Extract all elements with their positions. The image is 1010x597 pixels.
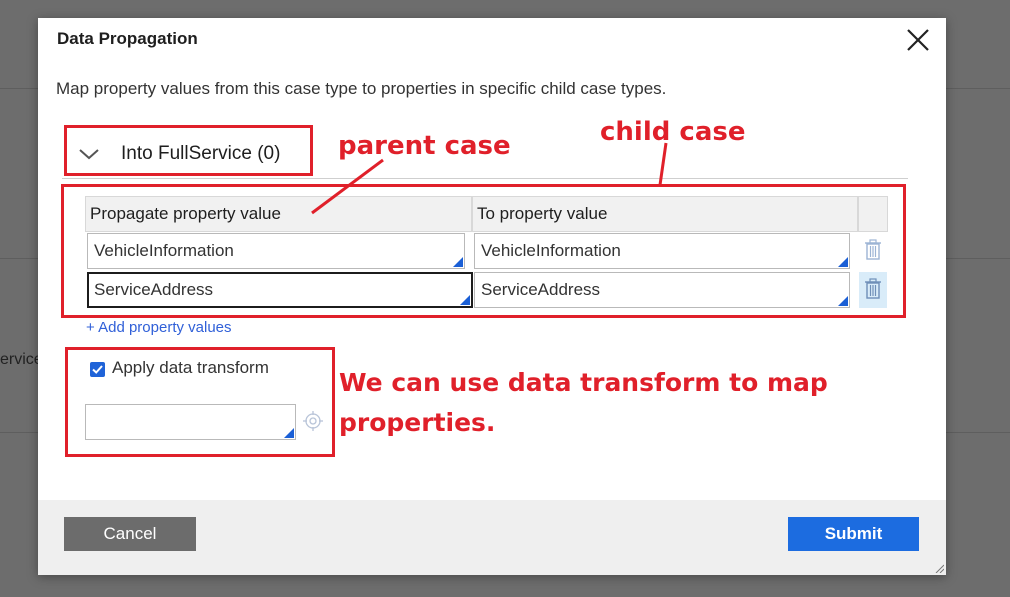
section-divider (62, 178, 908, 179)
annotation-box-transform (65, 347, 335, 457)
submit-button[interactable]: Submit (788, 517, 919, 551)
dialog-description: Map property values from this case type … (56, 79, 667, 98)
annotation-transform-note-line1: We can use data transform to map (339, 368, 828, 397)
close-icon[interactable] (902, 24, 934, 56)
dialog-title: Data Propagation (57, 29, 198, 48)
cancel-button[interactable]: Cancel (64, 517, 196, 551)
bg-partial-label: ervice (0, 351, 43, 368)
annotation-child-case: child case (600, 117, 746, 147)
annotation-box-section (64, 125, 313, 176)
annotation-box-table (61, 184, 906, 318)
annotation-transform-note-line2: properties. (339, 408, 496, 437)
dialog-footer: Cancel Submit (38, 500, 946, 575)
add-property-values-link[interactable]: + Add property values (86, 319, 232, 336)
resize-grip-icon[interactable] (934, 563, 944, 573)
annotation-parent-case: parent case (338, 131, 511, 161)
